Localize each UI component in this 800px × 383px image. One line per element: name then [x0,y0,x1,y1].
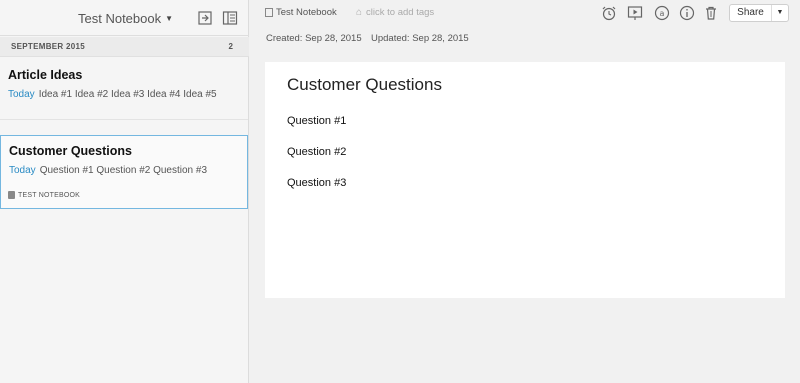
section-count: 2 [228,42,233,51]
notebook-icon [265,8,273,17]
note-card-snippet-text: Question #1 Question #2 Question #3 [39,165,208,176]
note-card-date: Today [9,165,36,176]
toolbar-notebook-label: Test Notebook [276,7,337,18]
note-list-pane: Test Notebook ▼ SEPTEMBER 2015 2 Article… [0,0,249,383]
note-card-title: Customer Questions [9,144,132,158]
note-line[interactable]: Question #1 [287,115,346,127]
at-sign-icon[interactable]: a [654,5,670,21]
note-editor-pane: Test Notebook ⌂ click to add tags a Shar… [250,0,800,383]
notebook-title: Test Notebook [78,11,162,26]
tags-field[interactable]: ⌂ click to add tags [356,7,434,18]
tags-placeholder: click to add tags [366,7,435,18]
notebook-selector[interactable]: Test Notebook ▼ [78,11,173,26]
note-card-customer-questions[interactable]: Customer Questions Today Question #1 Ques… [0,135,248,209]
notebook-icon [8,191,15,199]
info-icon[interactable] [679,5,695,21]
note-line[interactable]: Question #3 [287,177,346,189]
note-card-notebook-tag: TEST NOTEBOOK [8,191,80,199]
note-list-header: Test Notebook ▼ [0,0,249,36]
note-card-notebook-label: TEST NOTEBOOK [18,191,80,199]
chevron-down-icon: ▼ [165,14,174,23]
updated-date: Updated: Sep 28, 2015 [371,33,469,44]
share-label: Share [730,5,772,21]
presentation-icon[interactable] [627,5,643,21]
trash-icon[interactable] [703,5,719,21]
note-line[interactable]: Question #2 [287,146,346,158]
note-card-snippet: Today Idea #1 Idea #2 Idea #3 Idea #4 Ide… [8,89,217,100]
note-title[interactable]: Customer Questions [287,75,442,95]
date-section-header: SEPTEMBER 2015 2 [0,37,249,57]
share-button[interactable]: Share ▼ [729,4,789,22]
svg-text:a: a [660,9,665,18]
chevron-down-icon[interactable]: ▼ [772,5,788,21]
alarm-clock-icon[interactable] [601,5,617,21]
section-label: SEPTEMBER 2015 [11,42,86,51]
note-card-date: Today [8,89,35,100]
note-card-title: Article Ideas [8,68,83,82]
toolbar-notebook-link[interactable]: Test Notebook [265,7,337,18]
note-card-snippet-text: Idea #1 Idea #2 Idea #3 Idea #4 Idea #5 [38,89,217,100]
tag-icon: ⌂ [356,7,363,18]
created-date: Created: Sep 28, 2015 [266,33,362,44]
note-body-editor[interactable]: Customer Questions Question #1 Question … [265,62,785,298]
note-card-snippet: Today Question #1 Question #2 Question #3 [9,165,207,176]
view-toggle-icon[interactable] [222,10,238,26]
new-note-icon[interactable] [197,10,213,26]
note-card-article-ideas[interactable]: Article Ideas Today Idea #1 Idea #2 Idea … [0,58,248,120]
